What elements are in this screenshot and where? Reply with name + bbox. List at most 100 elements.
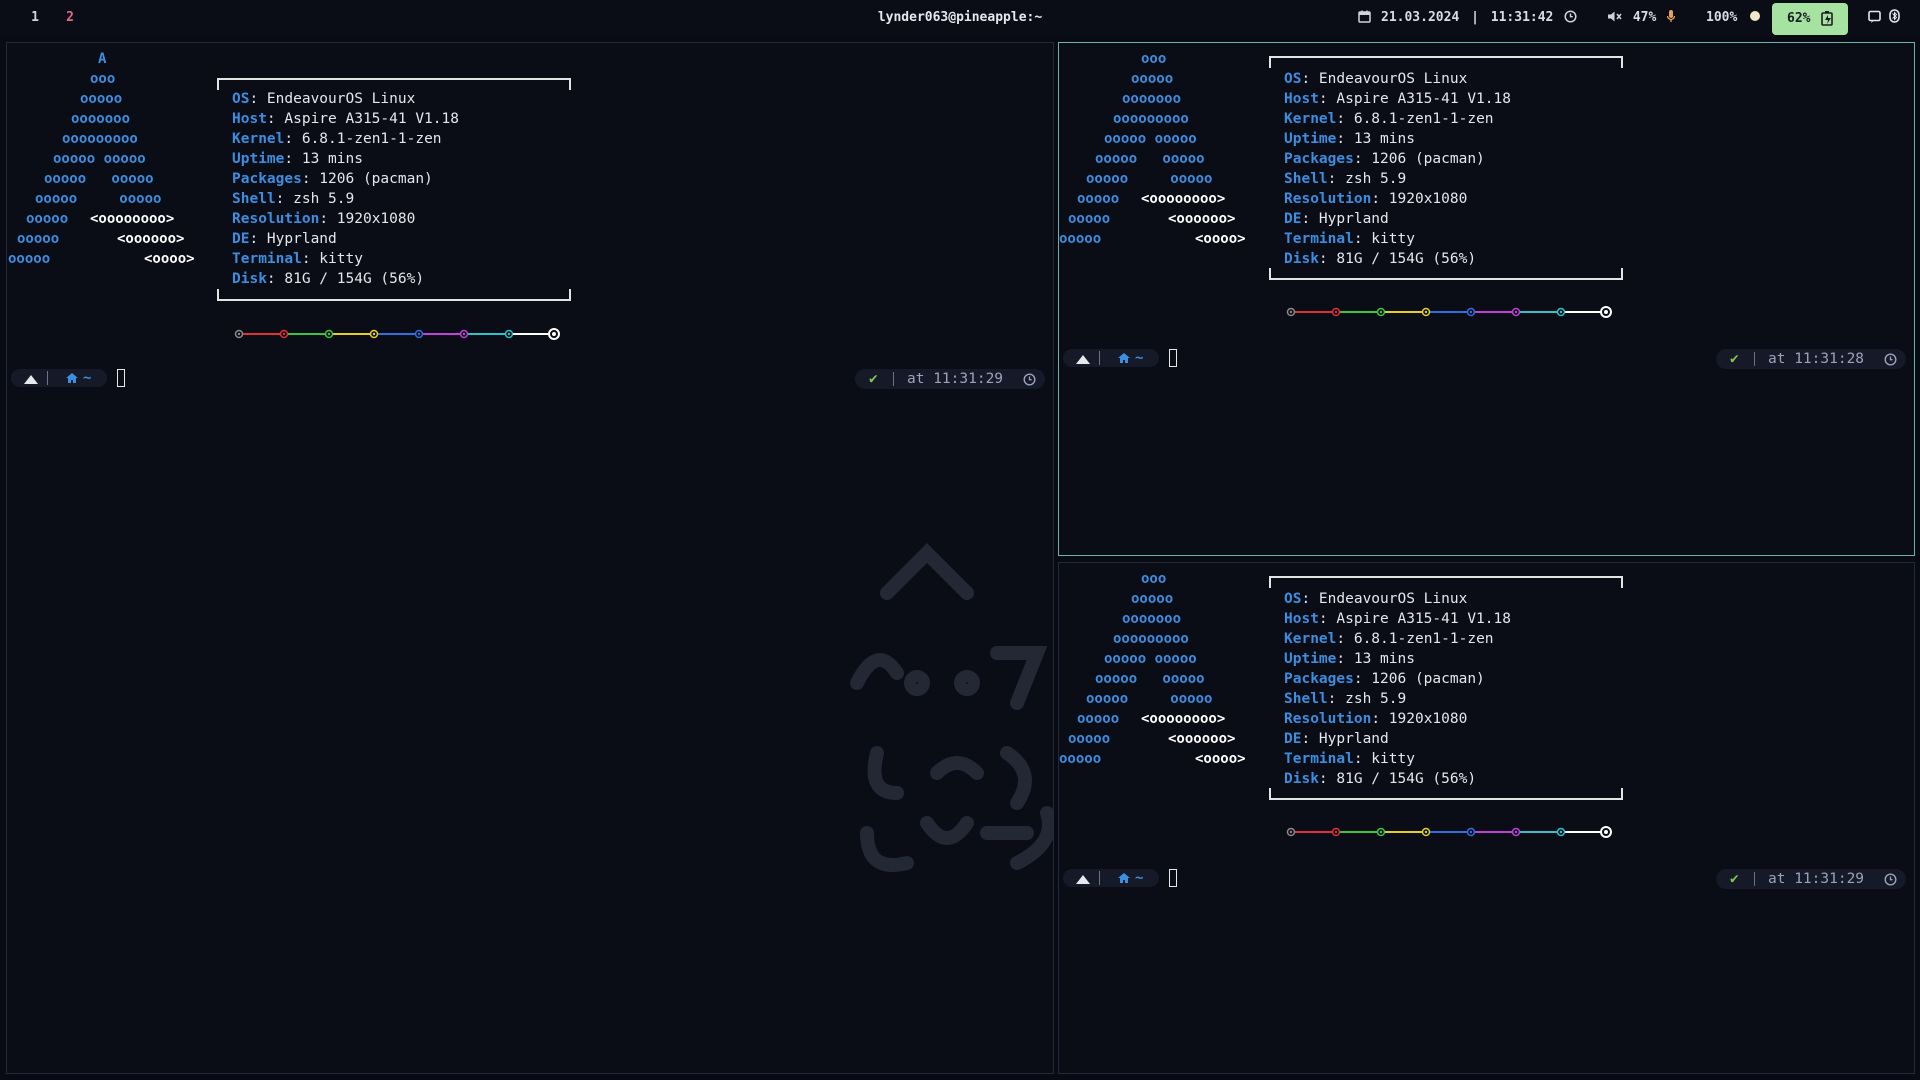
info-box-bottom: [1269, 268, 1623, 280]
palette-swatch-dot: [1379, 830, 1383, 834]
palette-swatch-dot: [1604, 830, 1608, 834]
info-row: Uptime: 13 mins: [232, 151, 363, 167]
endeavouros-logo: ooo ooooo ooooooo ooooooooo ooooo ooooo …: [1059, 571, 1246, 767]
palette-swatch-dot: [1334, 830, 1338, 834]
info-row: Terminal: kitty: [1284, 231, 1415, 247]
fetch-info: OS: EndeavourOS Linux Host: Aspire A315-…: [1284, 589, 1511, 789]
palette-swatch-dot: [1469, 310, 1473, 314]
info-row: Resolution: 1920x1080: [1284, 711, 1468, 727]
palette-swatch-dot: [552, 332, 556, 336]
info-row: OS: EndeavourOS Linux: [1284, 591, 1468, 607]
volume-text: 47%: [1632, 10, 1657, 25]
terminal-window-top-right[interactable]: ooo ooooo ooooooo ooooooooo ooooo ooooo …: [1058, 42, 1915, 556]
info-row: OS: EndeavourOS Linux: [1284, 71, 1468, 87]
battery-text: 62%: [1787, 11, 1811, 26]
info-row: Shell: zsh 5.9: [1284, 691, 1407, 707]
palette-swatch-dot: [282, 332, 286, 336]
palette-swatch-dot: [237, 332, 241, 336]
palette-swatch-dot: [417, 332, 421, 336]
info-row: DE: Hyprland: [1284, 211, 1389, 227]
workspace-2-button[interactable]: 2: [57, 0, 83, 36]
info-row: OS: EndeavourOS Linux: [232, 91, 416, 107]
info-row: Host: Aspire A315-41 V1.18: [1284, 611, 1511, 627]
brightness-text: 100%: [1706, 10, 1738, 25]
home-icon: [1118, 353, 1130, 363]
palette-swatch-dot: [1559, 310, 1563, 314]
info-row: Uptime: 13 mins: [1284, 131, 1415, 147]
cwd-text: ~: [1135, 870, 1144, 886]
cloud-icon: [1076, 875, 1090, 884]
info-row: Packages: 1206 (pacman): [1284, 671, 1485, 687]
clock-icon: [1564, 0, 1577, 36]
info-row: Uptime: 13 mins: [1284, 651, 1415, 667]
speaker-muted-icon: [1608, 11, 1622, 22]
info-row: Resolution: 1920x1080: [232, 211, 416, 227]
palette-swatch-dot: [1469, 830, 1473, 834]
home-icon: [66, 373, 78, 383]
palette-swatch-dot: [1424, 830, 1428, 834]
date-time-separator: |: [1471, 10, 1479, 25]
info-row: Packages: 1206 (pacman): [1284, 151, 1485, 167]
info-row: DE: Hyprland: [1284, 731, 1389, 747]
info-row: DE: Hyprland: [232, 231, 337, 247]
prompt-segment: ~: [1063, 869, 1159, 887]
palette-swatch-dot: [1604, 310, 1608, 314]
volume-widget[interactable]: 47%: [1607, 0, 1676, 36]
info-row: Resolution: 1920x1080: [1284, 191, 1468, 207]
palette-swatch-dot: [1289, 310, 1293, 314]
calendar-icon: [1358, 0, 1371, 36]
palette-swatch-dot: [1559, 830, 1563, 834]
top-bar: 1 2 lynder063@pineapple:~ 21.03.2024 | 1…: [0, 0, 1920, 36]
home-icon: [1118, 873, 1130, 883]
brightness-widget[interactable]: 100%: [1706, 0, 1761, 36]
brightness-icon: [1750, 11, 1761, 21]
palette-swatch-dot: [327, 332, 331, 336]
terminal-window-left[interactable]: A ooo ooooo ooooooo ooooooooo ooooo oooo…: [6, 42, 1054, 1074]
fetch-info: OS: EndeavourOS Linux Host: Aspire A315-…: [1284, 69, 1511, 269]
notification-icon[interactable]: [1868, 0, 1881, 36]
workspace-1-button[interactable]: 1: [22, 0, 48, 36]
info-row: Shell: zsh 5.9: [232, 191, 355, 207]
info-row: Terminal: kitty: [1284, 751, 1415, 767]
status-check-icon: ✔: [1730, 351, 1739, 367]
prompt-segment: ~: [1063, 349, 1159, 367]
info-row: Shell: zsh 5.9: [1284, 171, 1407, 187]
terminal-window-bottom-right[interactable]: ooo ooooo ooooooo ooooooooo ooooo ooooo …: [1058, 562, 1915, 1074]
endeavouros-logo: A ooo ooooo ooooooo ooooooooo ooooo oooo…: [8, 51, 195, 267]
date-text: 21.03.2024: [1381, 10, 1460, 25]
palette-swatch-dot: [462, 332, 466, 336]
right-prompt: ✔ at 11:31:29: [1716, 869, 1906, 889]
clock-widget[interactable]: 21.03.2024 | 11:31:42: [1381, 0, 1553, 36]
info-row: Host: Aspire A315-41 V1.18: [1284, 91, 1511, 107]
palette-swatch-dot: [1289, 830, 1293, 834]
clock-icon: [1884, 873, 1897, 886]
info-row: Terminal: kitty: [232, 251, 363, 267]
palette-swatch-dot: [1424, 310, 1428, 314]
command-time-text: at 11:31:29: [1768, 871, 1865, 887]
battery-widget[interactable]: 62%: [1772, 3, 1848, 35]
microphone-icon: [1666, 10, 1676, 22]
palette-swatch-dot: [1379, 310, 1383, 314]
endeavouros-logo: ooo ooooo ooooooo ooooooooo ooooo ooooo …: [1059, 51, 1246, 247]
info-row: Disk: 81G / 154G (56%): [1284, 251, 1477, 267]
cloud-icon: [1076, 355, 1090, 364]
info-box-bottom: [217, 289, 571, 301]
info-row: Disk: 81G / 154G (56%): [232, 271, 425, 287]
right-prompt: ✔ at 11:31:28: [1716, 349, 1906, 369]
info-row: Host: Aspire A315-41 V1.18: [232, 111, 459, 127]
fetch-info: OS: EndeavourOS Linux Host: Aspire A315-…: [232, 89, 459, 289]
cloud-icon: [24, 375, 38, 384]
info-row: Kernel: 6.8.1-zen1-1-zen: [1284, 631, 1494, 647]
info-box-top: [1269, 56, 1623, 68]
bluetooth-icon[interactable]: [1889, 0, 1900, 36]
info-row: Kernel: 6.8.1-zen1-1-zen: [232, 131, 442, 147]
palette-swatch-dot: [1334, 310, 1338, 314]
right-prompt: ✔ at 11:31:29: [855, 369, 1045, 389]
clock-icon: [1023, 373, 1036, 386]
command-time-text: at 11:31:28: [1768, 351, 1865, 367]
info-row: Disk: 81G / 154G (56%): [1284, 771, 1477, 787]
color-palette: [234, 328, 560, 340]
clock-icon: [1884, 353, 1897, 366]
status-check-icon: ✔: [869, 371, 878, 387]
color-palette: [1286, 306, 1612, 318]
